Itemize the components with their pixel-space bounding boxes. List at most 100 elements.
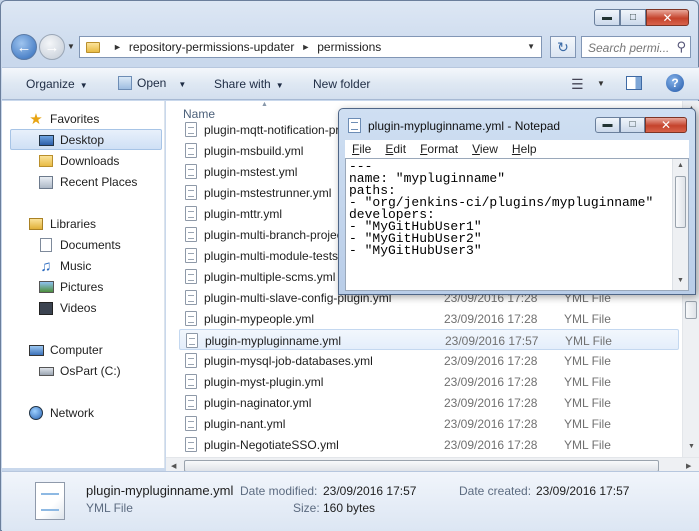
yml-file-icon bbox=[185, 206, 197, 221]
star-icon: ★ bbox=[29, 111, 43, 128]
nav-libraries[interactable]: Libraries bbox=[28, 214, 96, 234]
organize-button[interactable]: Organize ▼ bbox=[26, 77, 88, 91]
notepad-text-area[interactable]: --- name: "mypluginname" paths: - "org/j… bbox=[345, 158, 689, 291]
details-pane: plugin-mypluginname.yml YML File Date mo… bbox=[2, 471, 699, 531]
back-arrow-icon[interactable]: ← bbox=[11, 34, 37, 60]
nav-network[interactable]: Network bbox=[28, 403, 94, 423]
notepad-title: plugin-mypluginname.yml - Notepad bbox=[368, 119, 561, 133]
scroll-right-arrow-icon[interactable]: ▶ bbox=[686, 462, 691, 470]
file-name: plugin-mttr.yml bbox=[204, 207, 283, 221]
menu-view[interactable]: View bbox=[472, 142, 498, 156]
recent-pages-chevron-down-icon[interactable]: ▼ bbox=[67, 42, 75, 51]
notepad-content[interactable]: --- name: "mypluginname" paths: - "org/j… bbox=[349, 161, 671, 257]
notepad-minimize-button[interactable]: ▬ bbox=[595, 117, 620, 133]
close-button[interactable]: ✕ bbox=[646, 9, 689, 26]
file-row[interactable]: plugin-NegotiateSSO.yml 23/09/2016 17:28 Y… bbox=[179, 434, 679, 455]
file-name: plugin-mysql-job-databases.yml bbox=[204, 354, 373, 368]
nav-downloads[interactable]: Downloads bbox=[38, 151, 119, 171]
scroll-down-arrow-icon[interactable]: ▼ bbox=[688, 443, 695, 450]
notepad-close-button[interactable]: ✕ bbox=[645, 117, 687, 133]
forward-arrow-icon[interactable]: → bbox=[39, 34, 65, 60]
menu-help[interactable]: Help bbox=[512, 142, 537, 156]
search-icon[interactable]: ⚲ bbox=[676, 39, 686, 55]
file-date: 23/09/2016 17:28 bbox=[444, 417, 538, 431]
search-placeholder: Search permi... bbox=[588, 41, 670, 55]
address-dropdown-chevron-down-icon[interactable]: ▼ bbox=[527, 42, 535, 51]
file-date: 23/09/2016 17:57 bbox=[445, 334, 539, 348]
nav-recent-places[interactable]: Recent Places bbox=[38, 172, 137, 192]
menu-file[interactable]: File bbox=[352, 142, 371, 156]
preview-pane-icon[interactable] bbox=[626, 76, 642, 90]
yml-file-icon bbox=[185, 311, 197, 326]
menu-format[interactable]: Format bbox=[420, 142, 458, 156]
notepad-window[interactable]: plugin-mypluginname.yml - Notepad ▬ □ ✕ … bbox=[338, 108, 696, 295]
yml-file-icon bbox=[185, 185, 197, 200]
nav-desktop[interactable]: Desktop bbox=[38, 130, 104, 150]
file-row[interactable]: plugin-nant.yml 23/09/2016 17:28 YML File bbox=[179, 413, 679, 434]
new-folder-button[interactable]: New folder bbox=[313, 77, 370, 91]
notepad-vertical-scrollbar[interactable]: ▲ ▼ bbox=[672, 159, 688, 290]
breadcrumb-item[interactable]: permissions bbox=[317, 40, 381, 54]
file-row[interactable]: plugin-naginator.yml 23/09/2016 17:28 YML … bbox=[179, 392, 679, 413]
maximize-button[interactable]: □ bbox=[620, 9, 646, 26]
nav-desktop-label: Desktop bbox=[60, 133, 105, 147]
nav-ospart-drive[interactable]: OsPart (C:) bbox=[38, 361, 121, 381]
yml-file-icon bbox=[185, 269, 197, 284]
nav-recent-places-label: Recent Places bbox=[60, 175, 138, 189]
explorer-window-controls: ▬ □ ✕ bbox=[594, 9, 689, 26]
open-file-icon bbox=[118, 76, 132, 90]
file-row[interactable]: plugin-mypeople.yml 23/09/2016 17:28 YML F… bbox=[179, 308, 679, 329]
nav-computer-label: Computer bbox=[50, 343, 103, 357]
nav-pictures[interactable]: Pictures bbox=[38, 277, 103, 297]
open-button[interactable]: Open ▼ bbox=[118, 76, 186, 90]
file-row[interactable]: plugin-mysql-job-databases.yml 23/09/2016… bbox=[179, 350, 679, 371]
view-options-chevron-down-icon[interactable]: ▼ bbox=[597, 79, 605, 88]
details-filename: plugin-mypluginname.yml bbox=[86, 483, 234, 498]
address-bar[interactable]: ► repository-permissions-updater ► permi… bbox=[79, 36, 542, 58]
nav-videos[interactable]: Videos bbox=[38, 298, 96, 318]
notepad-scroll-thumb[interactable] bbox=[675, 176, 686, 228]
refresh-icon[interactable]: ↻ bbox=[550, 36, 576, 58]
nav-favorites[interactable]: ★ Favorites bbox=[28, 109, 99, 129]
file-row[interactable]: plugin-myst-plugin.yml 23/09/2016 17:28 YM… bbox=[179, 371, 679, 392]
vertical-scroll-thumb[interactable] bbox=[685, 301, 697, 319]
sort-chevron-up-icon: ▲ bbox=[261, 101, 268, 108]
notepad-maximize-button[interactable]: □ bbox=[620, 117, 645, 133]
nav-documents[interactable]: Documents bbox=[38, 235, 121, 255]
file-date: 23/09/2016 17:28 bbox=[444, 354, 538, 368]
organize-label: Organize bbox=[26, 77, 75, 91]
file-date: 23/09/2016 17:28 bbox=[444, 396, 538, 410]
nav-computer[interactable]: Computer bbox=[28, 340, 103, 360]
yml-file-icon bbox=[185, 164, 197, 179]
file-type: YML File bbox=[564, 396, 611, 410]
nav-libraries-label: Libraries bbox=[50, 217, 97, 231]
file-row[interactable]: plugin-mypluginname.yml 23/09/2016 17:57 Y… bbox=[179, 329, 679, 350]
file-name: plugin-naginator.yml bbox=[204, 396, 312, 410]
menu-edit[interactable]: Edit bbox=[385, 142, 406, 156]
recent-places-icon bbox=[38, 174, 54, 190]
change-view-icon[interactable]: ☰ bbox=[571, 76, 584, 93]
nav-favorites-label: Favorites bbox=[50, 112, 100, 126]
breadcrumb-separator-icon[interactable]: ► bbox=[113, 42, 122, 52]
scroll-down-arrow-icon[interactable]: ▼ bbox=[677, 277, 684, 284]
yml-file-icon bbox=[185, 248, 197, 263]
breadcrumb-item[interactable]: repository-permissions-updater bbox=[129, 40, 294, 54]
file-name: plugin-msbuild.yml bbox=[204, 144, 304, 158]
share-with-button[interactable]: Share with ▼ bbox=[214, 77, 284, 91]
nav-music[interactable]: ♫ Music bbox=[38, 256, 91, 276]
scroll-up-arrow-icon[interactable]: ▲ bbox=[677, 162, 684, 169]
file-name: plugin-mstest.yml bbox=[204, 165, 298, 179]
scroll-left-arrow-icon[interactable]: ◀ bbox=[171, 462, 176, 470]
folder-icon bbox=[86, 41, 100, 53]
minimize-button[interactable]: ▬ bbox=[594, 9, 620, 26]
nav-network-label: Network bbox=[50, 406, 95, 420]
file-type: YML File bbox=[564, 312, 611, 326]
help-icon[interactable]: ? bbox=[666, 74, 684, 92]
downloads-folder-icon bbox=[38, 153, 54, 169]
chevron-down-icon: ▼ bbox=[79, 81, 88, 90]
breadcrumb-separator-icon[interactable]: ► bbox=[301, 42, 310, 52]
search-input[interactable]: Search permi... ⚲ bbox=[581, 36, 691, 58]
network-icon bbox=[28, 405, 44, 421]
file-name: plugin-multiple-scms.yml bbox=[204, 270, 336, 284]
yml-file-icon bbox=[186, 333, 198, 348]
